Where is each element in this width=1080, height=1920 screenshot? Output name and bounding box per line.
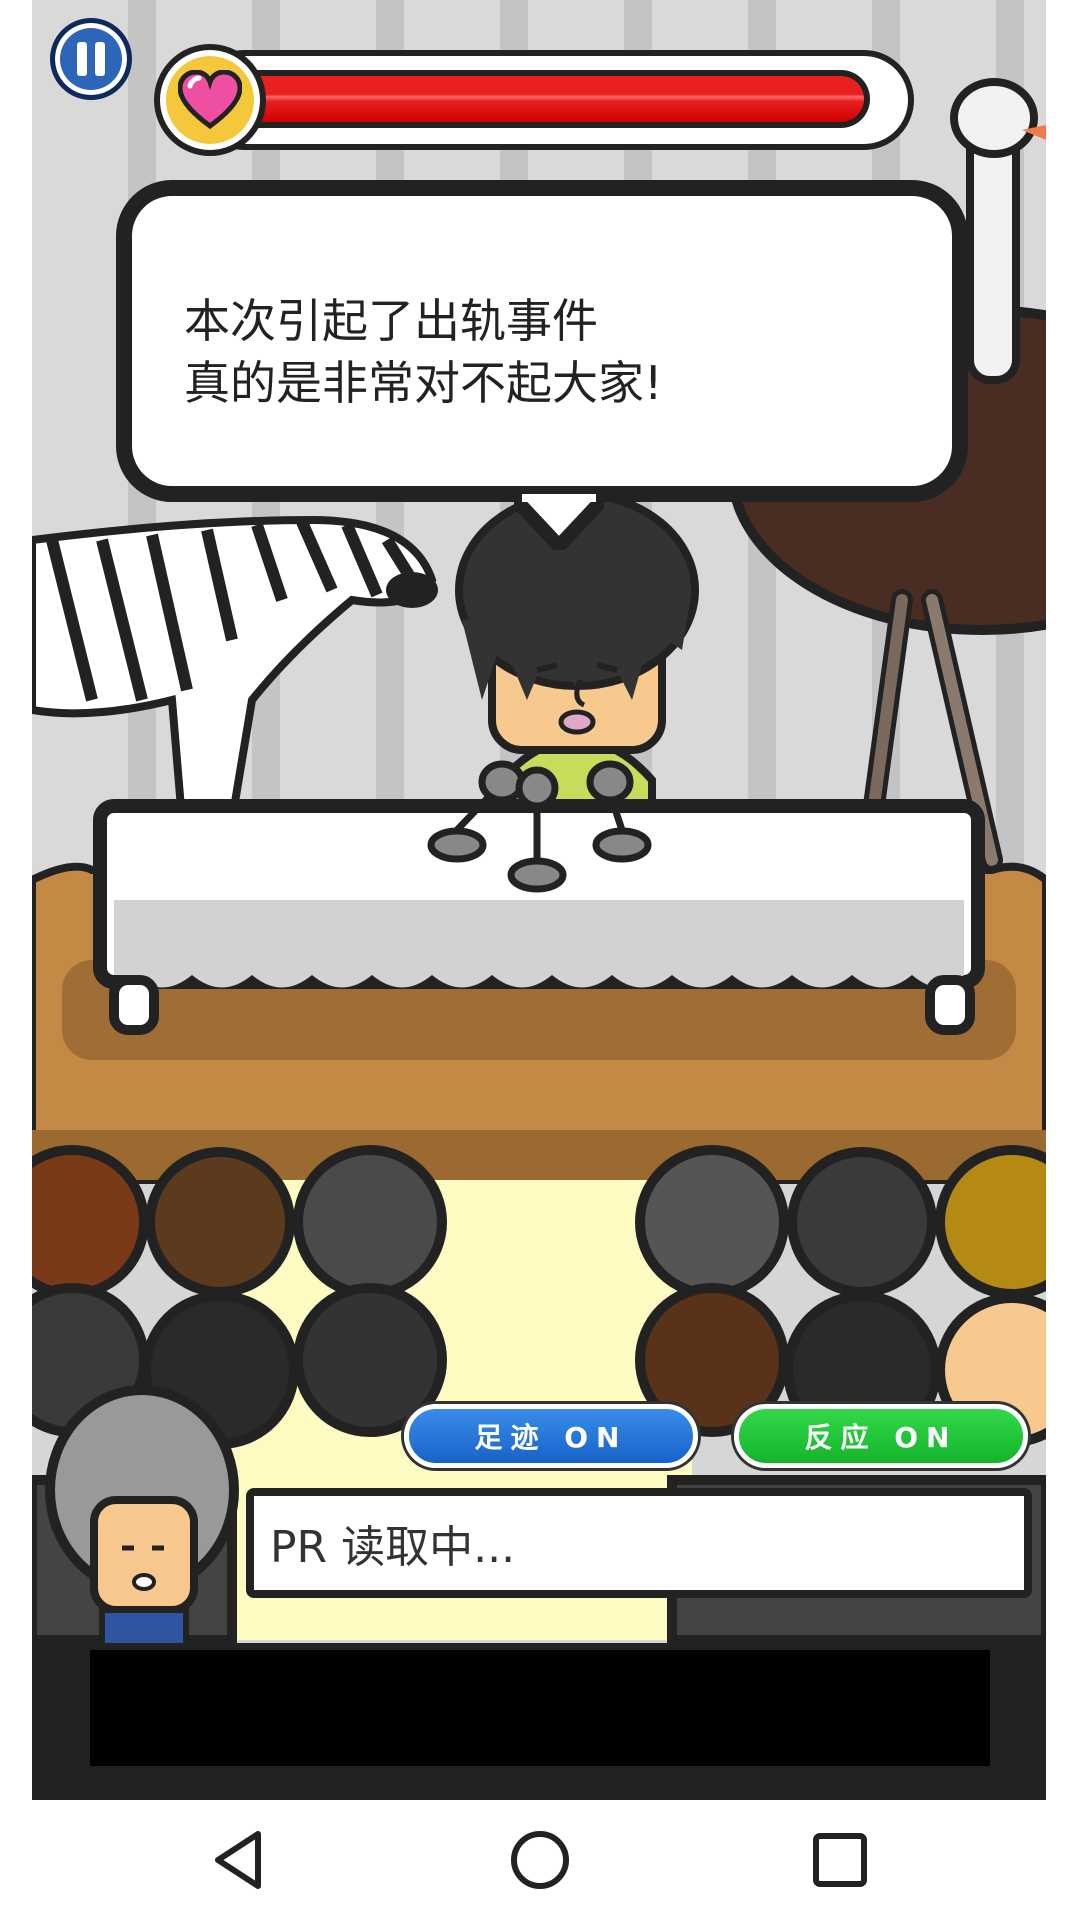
home-button[interactable]: [480, 1800, 600, 1920]
pause-button[interactable]: [50, 18, 132, 100]
game-screen[interactable]: 本次引起了出轨事件 真的是非常对不起大家! 足迹 ON 反应 ON PR 读取中…: [32, 0, 1046, 1800]
ad-banner[interactable]: [90, 1650, 990, 1766]
back-button[interactable]: [180, 1800, 300, 1920]
pr-status-box: PR 读取中...: [246, 1488, 1032, 1598]
home-circle-icon: [511, 1831, 569, 1889]
android-navigation-bar: [0, 1800, 1080, 1920]
pause-icon: [77, 42, 87, 76]
speech-text: 本次引起了出轨事件 真的是非常对不起大家!: [184, 294, 663, 410]
pr-status-text: PR 读取中...: [270, 1522, 516, 1573]
speech-bubble-tail: [514, 494, 604, 550]
health-bar: [154, 44, 914, 156]
health-fill: [230, 70, 870, 128]
footprint-toggle-button[interactable]: 足迹 ON: [404, 1404, 698, 1468]
back-triangle-icon: [215, 1831, 261, 1889]
heart-icon: [154, 44, 266, 156]
reaction-toggle-button[interactable]: 反应 ON: [734, 1404, 1028, 1468]
recents-square-icon: [813, 1833, 867, 1887]
recents-button[interactable]: [780, 1800, 900, 1920]
zebra: [32, 515, 438, 824]
